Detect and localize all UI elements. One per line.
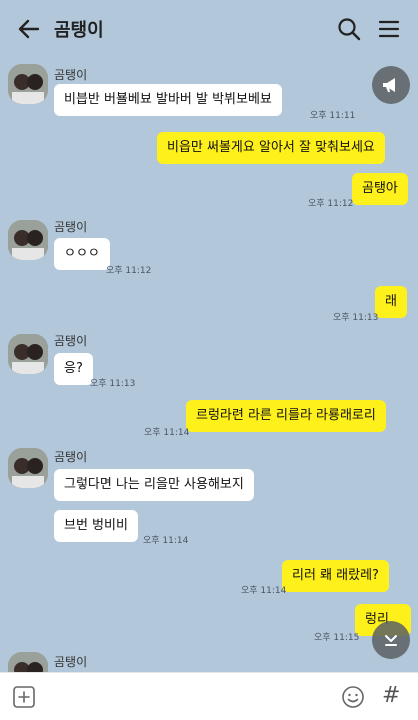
search-icon[interactable] [334, 14, 364, 44]
megaphone-icon [383, 78, 395, 92]
chat-header: 곰탱이 [0, 0, 418, 58]
message-time: 오후 11:14 [143, 536, 189, 546]
emoji-icon[interactable] [341, 685, 365, 709]
message-bubble[interactable]: 곰탱아 [352, 173, 408, 205]
message-time: 오후 11:11 [310, 111, 356, 121]
message-input-bar[interactable]: # [0, 672, 418, 720]
message-bubble[interactable]: 브번 벙비비 [54, 510, 138, 542]
message-time: 오후 11:15 [314, 633, 360, 643]
sender-name: 곰탱이 [54, 68, 88, 82]
message-time: 오후 11:13 [333, 313, 379, 323]
chat-title: 곰탱이 [54, 20, 104, 41]
sender-name: 곰탱이 [54, 655, 88, 669]
message-time: 오후 11:12 [308, 199, 354, 209]
avatar[interactable] [8, 220, 48, 260]
arrow-left-icon[interactable] [14, 14, 44, 44]
sender-name: 곰탱이 [54, 334, 88, 348]
avatar[interactable] [8, 652, 48, 673]
sender-name: 곰탱이 [54, 450, 88, 464]
message-time: 오후 11:13 [90, 379, 136, 389]
message-time: 오후 11:14 [241, 586, 287, 596]
notice-button[interactable] [372, 66, 410, 104]
sender-name: 곰탱이 [54, 220, 88, 234]
message-bubble[interactable]: 비읍만 써볼게요 알아서 잘 맞춰보세요 [157, 132, 385, 164]
hashtag-icon[interactable]: # [382, 683, 400, 708]
chat-message-list[interactable]: 곰탱이 비븝반 버뵬베뵤 발바버 발 박뷔보베뵤 오후 11:11 비읍만 써볼… [0, 58, 418, 673]
message-bubble[interactable]: 비븝반 버뵬베뵤 발바버 발 박뷔보베뵤 [54, 84, 282, 116]
message-bubble[interactable]: 리러 뢔 래랐레? [282, 560, 389, 592]
message-bubble[interactable]: 래 [375, 286, 407, 318]
scroll-to-bottom-button[interactable] [372, 621, 410, 659]
message-bubble[interactable]: 그렇다면 나는 리을만 사용해보지 [54, 469, 254, 501]
message-time: 오후 11:14 [144, 428, 190, 438]
message-time: 오후 11:12 [106, 266, 152, 276]
message-bubble[interactable]: 르렁라련 라른 리를라 라룡래로리 [186, 400, 386, 432]
message-bubble[interactable]: ㅇㅇㅇ [54, 238, 110, 270]
avatar[interactable] [8, 334, 48, 374]
message-bubble[interactable]: 응? [54, 353, 93, 385]
chevron-down-icon [385, 635, 397, 646]
hamburger-menu-icon[interactable] [374, 14, 404, 44]
avatar[interactable] [8, 64, 48, 104]
avatar[interactable] [8, 448, 48, 488]
plus-icon[interactable] [12, 685, 36, 709]
